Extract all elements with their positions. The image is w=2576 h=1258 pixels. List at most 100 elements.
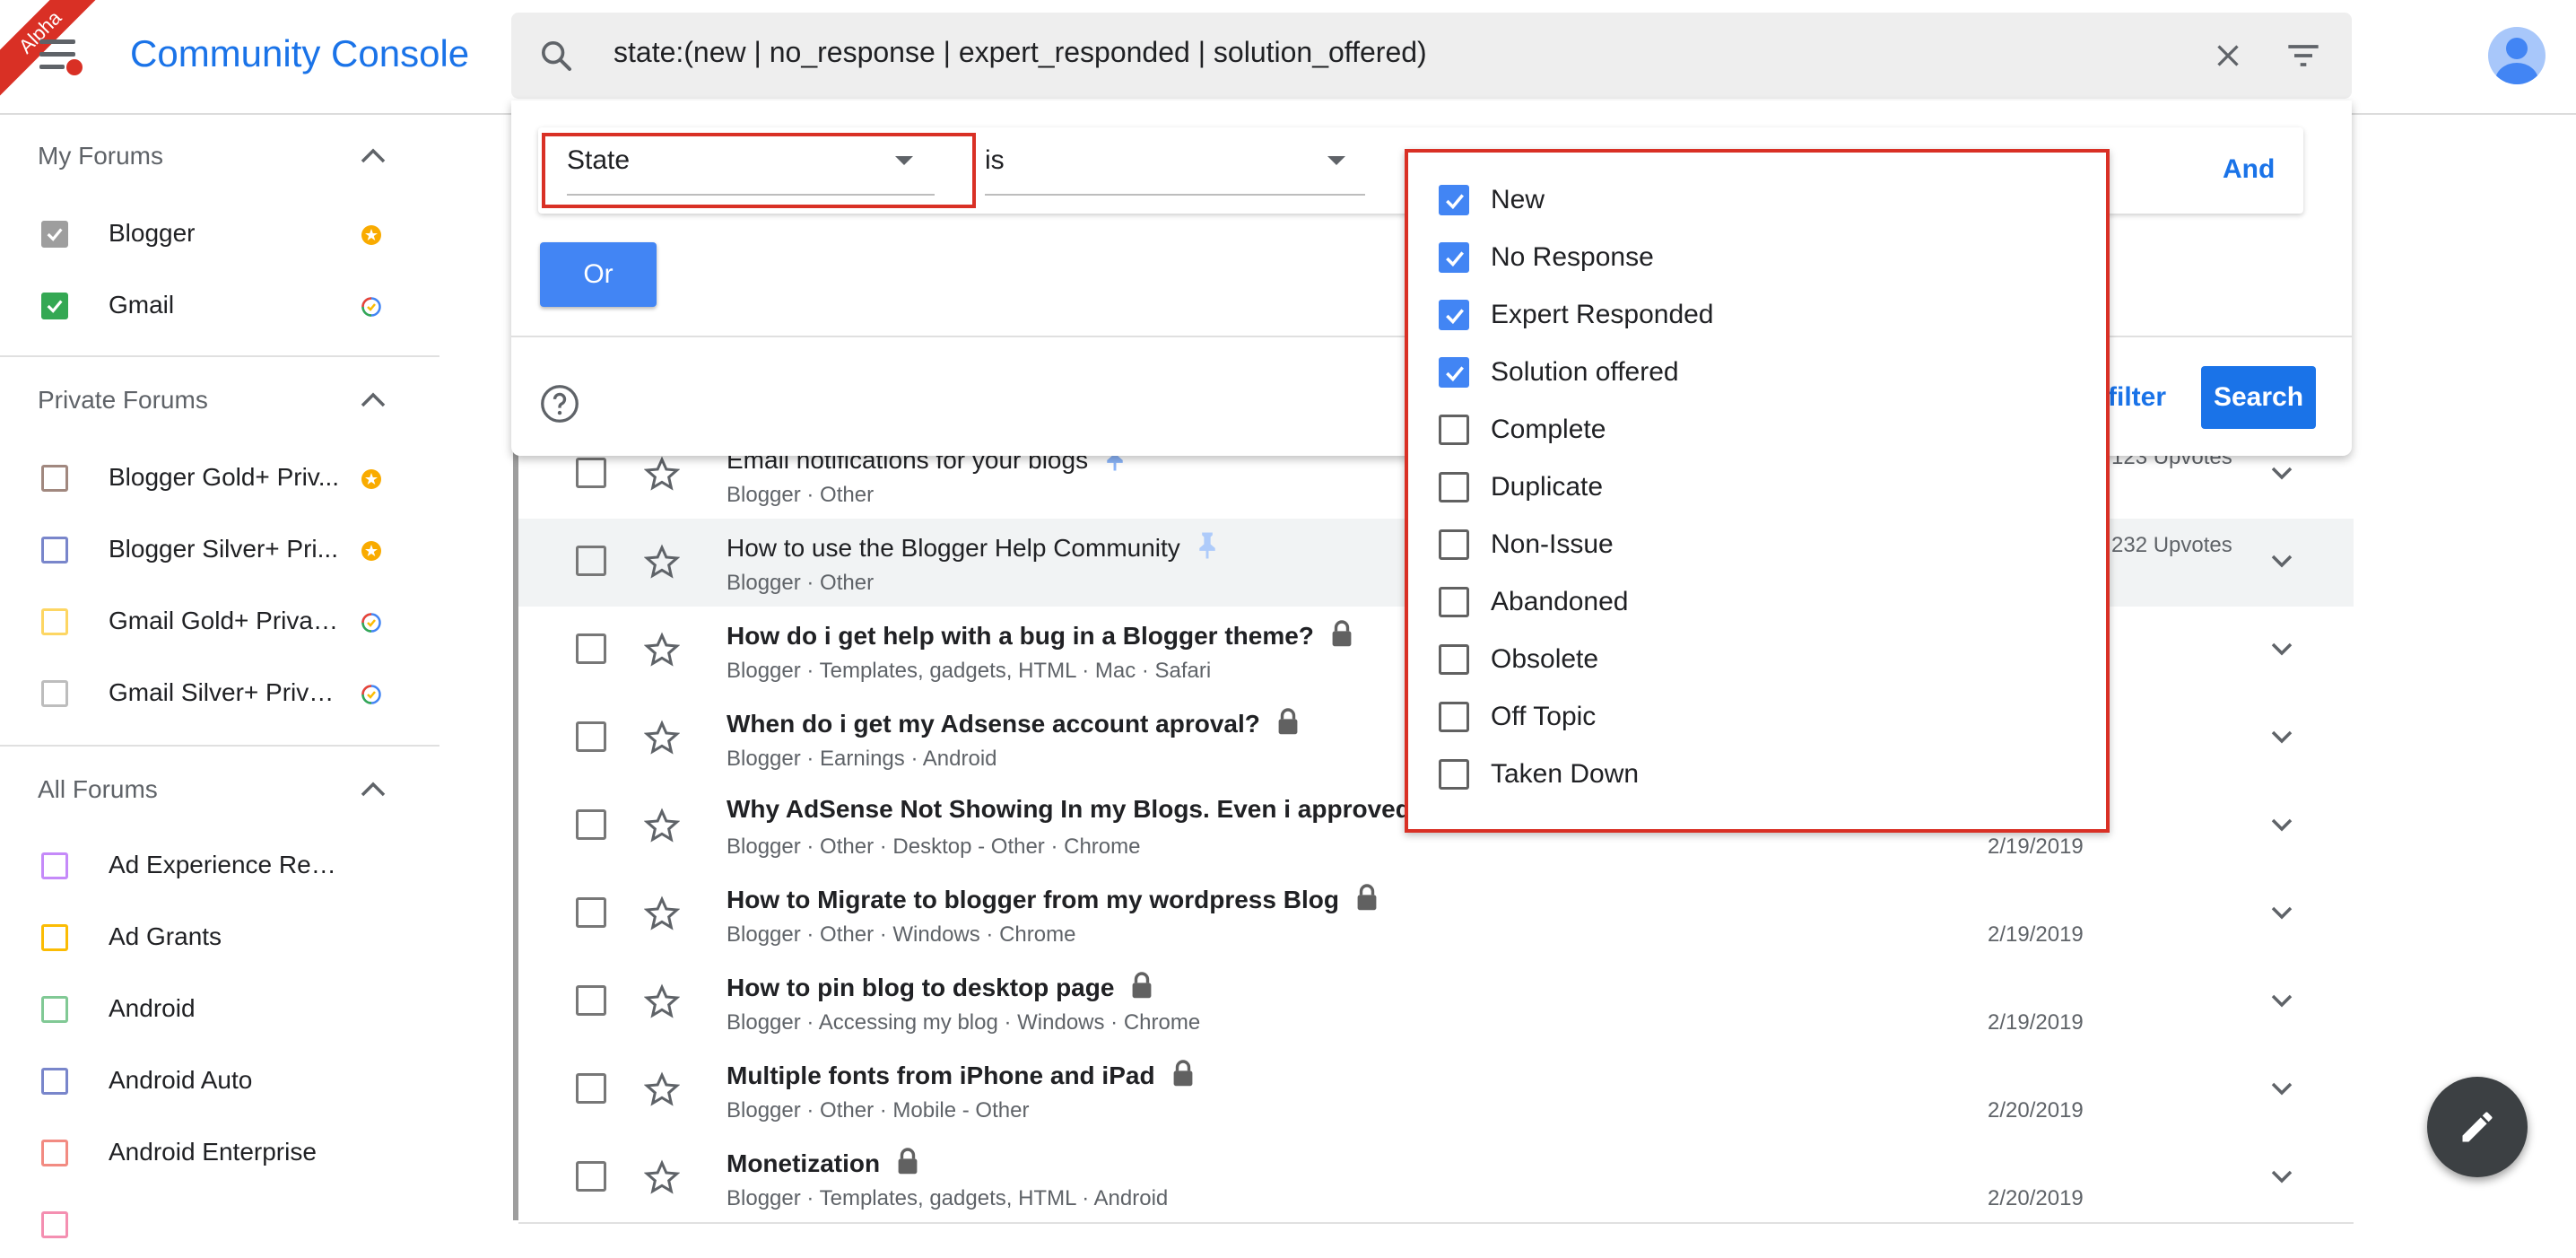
star-icon[interactable] <box>644 808 680 843</box>
filter-list-icon[interactable] <box>2285 39 2321 72</box>
row-checkbox[interactable] <box>576 633 606 664</box>
checkbox[interactable] <box>1439 242 1469 273</box>
table-row[interactable]: How to Migrate to blogger from my wordpr… <box>518 870 2354 960</box>
row-checkbox[interactable] <box>576 458 606 488</box>
thread-title[interactable]: When do i get my Adsense account aproval… <box>727 707 1300 738</box>
section-title-private-forums[interactable]: Private Forums <box>38 386 208 415</box>
checkbox[interactable] <box>41 1068 68 1095</box>
row-checkbox[interactable] <box>576 1161 606 1192</box>
clear-filter-button[interactable]: filter <box>2108 382 2166 413</box>
sidebar-item-blogger[interactable]: Blogger <box>0 205 439 267</box>
star-icon[interactable] <box>644 983 680 1019</box>
star-icon[interactable] <box>644 632 680 668</box>
checkbox[interactable] <box>41 537 68 563</box>
checkbox[interactable] <box>1439 415 1469 445</box>
state-option-taken-down[interactable]: Taken Down <box>1408 745 2106 802</box>
checkbox[interactable] <box>41 680 68 707</box>
chevron-down-icon[interactable] <box>2267 639 2296 659</box>
thread-title[interactable]: How to pin blog to desktop page <box>727 971 1153 1002</box>
checkbox[interactable] <box>41 221 68 248</box>
star-icon[interactable] <box>644 895 680 931</box>
checkbox[interactable] <box>41 293 68 319</box>
sidebar-item-blogger-silver-private[interactable]: Blogger Silver+ Pri... <box>0 520 439 583</box>
sidebar-item-gmail[interactable]: Gmail <box>0 276 439 339</box>
state-option-obsolete[interactable]: Obsolete <box>1408 630 2106 687</box>
checkbox[interactable] <box>1439 300 1469 330</box>
sidebar-item-gmail-gold-private[interactable]: Gmail Gold+ Privat... <box>0 592 439 655</box>
checkbox[interactable] <box>1439 472 1469 502</box>
chevron-down-icon[interactable] <box>2267 815 2296 834</box>
state-option-complete[interactable]: Complete <box>1408 400 2106 458</box>
help-icon[interactable] <box>540 384 579 424</box>
state-option-new[interactable]: New <box>1408 170 2106 228</box>
thread-title[interactable]: Multiple fonts from iPhone and iPad <box>727 1059 1195 1090</box>
checkbox[interactable] <box>41 465 68 492</box>
thread-title[interactable]: How do i get help with a bug in a Blogge… <box>727 619 1353 651</box>
state-option-non-issue[interactable]: Non-Issue <box>1408 515 2106 572</box>
state-option-abandoned[interactable]: Abandoned <box>1408 572 2106 630</box>
chevron-up-icon[interactable] <box>359 147 387 165</box>
chevron-up-icon[interactable] <box>359 781 387 799</box>
row-checkbox[interactable] <box>576 985 606 1016</box>
chevron-down-icon[interactable] <box>2267 1166 2296 1186</box>
sidebar-item-blogger-gold-private[interactable]: Blogger Gold+ Priv... <box>0 449 439 511</box>
section-title-all-forums[interactable]: All Forums <box>38 775 158 804</box>
chevron-down-icon[interactable] <box>2267 1079 2296 1098</box>
field-select[interactable]: State <box>567 136 935 196</box>
app-title[interactable]: Community Console <box>130 32 469 75</box>
and-button[interactable]: And <box>2223 154 2275 185</box>
sidebar-item-gmail-silver-private[interactable]: Gmail Silver+ Priva... <box>0 664 439 727</box>
checkbox[interactable] <box>41 924 68 951</box>
checkbox[interactable] <box>1439 702 1469 732</box>
row-checkbox[interactable] <box>576 1073 606 1104</box>
checkbox[interactable] <box>41 852 68 879</box>
or-button[interactable]: Or <box>540 242 657 307</box>
checkbox[interactable] <box>1439 185 1469 215</box>
chevron-down-icon[interactable] <box>2267 727 2296 747</box>
sidebar-item-ad-experience[interactable]: Ad Experience Rep... <box>0 836 439 899</box>
table-row[interactable]: Multiple fonts from iPhone and iPad Blog… <box>518 1046 2354 1136</box>
checkbox[interactable] <box>41 1140 68 1166</box>
state-option-duplicate[interactable]: Duplicate <box>1408 458 2106 515</box>
star-icon[interactable] <box>644 720 680 756</box>
chevron-down-icon[interactable] <box>2267 551 2296 571</box>
checkbox[interactable] <box>41 1211 68 1238</box>
checkbox[interactable] <box>41 996 68 1023</box>
search-input[interactable]: state:(new | no_response | expert_respon… <box>614 36 1427 69</box>
checkbox[interactable] <box>1439 529 1469 560</box>
state-option-expert-responded[interactable]: Expert Responded <box>1408 285 2106 343</box>
checkbox[interactable] <box>1439 644 1469 675</box>
chevron-down-icon[interactable] <box>2267 463 2296 483</box>
search-icon[interactable] <box>538 38 574 74</box>
chevron-down-icon[interactable] <box>2267 903 2296 922</box>
sidebar-item-ad-grants[interactable]: Ad Grants <box>0 908 439 971</box>
table-row[interactable]: How to pin blog to desktop page Blogger … <box>518 958 2354 1048</box>
state-option-off-topic[interactable]: Off Topic <box>1408 687 2106 745</box>
sidebar-item-android-enterprise[interactable]: Android Enterprise <box>0 1123 439 1186</box>
compose-button[interactable] <box>2427 1077 2528 1177</box>
close-icon[interactable] <box>2212 39 2244 72</box>
row-checkbox[interactable] <box>576 897 606 928</box>
state-option-solution-offered[interactable]: Solution offered <box>1408 343 2106 400</box>
star-icon[interactable] <box>644 1071 680 1107</box>
star-icon[interactable] <box>644 544 680 580</box>
row-checkbox[interactable] <box>576 809 606 840</box>
checkbox[interactable] <box>1439 587 1469 617</box>
sidebar-item-android-auto[interactable]: Android Auto <box>0 1052 439 1114</box>
row-checkbox[interactable] <box>576 546 606 576</box>
chevron-up-icon[interactable] <box>359 391 387 409</box>
section-title-my-forums[interactable]: My Forums <box>38 142 163 170</box>
sidebar-item-android[interactable]: Android <box>0 980 439 1043</box>
sidebar-item-partial[interactable] <box>0 1195 439 1258</box>
checkbox[interactable] <box>1439 357 1469 388</box>
star-icon[interactable] <box>644 1159 680 1195</box>
thread-title[interactable]: Why AdSense Not Showing In my Blogs. Eve… <box>727 795 1451 824</box>
state-option-no-response[interactable]: No Response <box>1408 228 2106 285</box>
checkbox[interactable] <box>41 608 68 635</box>
operator-select[interactable]: is <box>985 136 1365 196</box>
search-bar[interactable]: state:(new | no_response | expert_respon… <box>511 13 2352 99</box>
thread-title[interactable]: How to use the Blogger Help Community <box>727 531 1218 563</box>
table-row[interactable]: Monetization Blogger · Templates, gadget… <box>518 1134 2354 1224</box>
checkbox[interactable] <box>1439 759 1469 790</box>
thread-title[interactable]: Monetization <box>727 1147 919 1178</box>
